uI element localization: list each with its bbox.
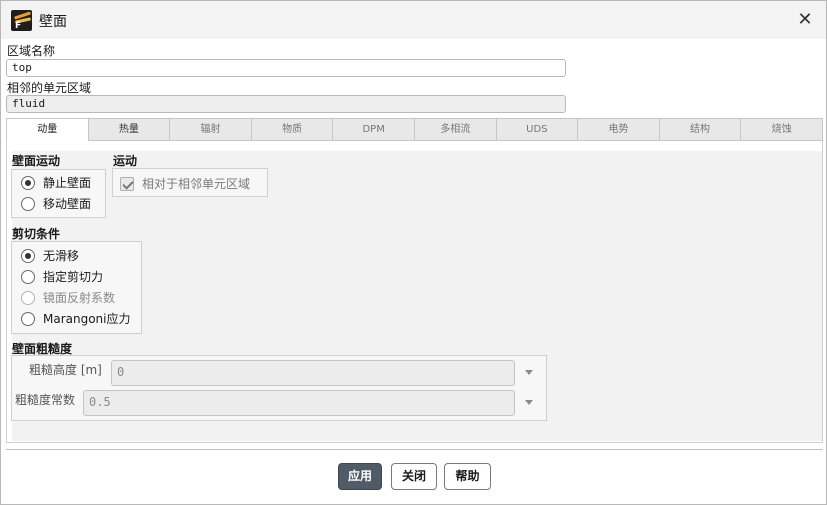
roughness-height-input[interactable]: 0	[111, 360, 515, 386]
apply-button[interactable]: 应用	[338, 463, 382, 490]
checkbox[interactable]	[120, 176, 134, 191]
dialog-title: 壁面	[39, 14, 67, 30]
close-icon[interactable]: ✕	[794, 9, 816, 31]
tab-species[interactable]: 物质	[251, 118, 334, 141]
relative-to-adjacent-checkbox[interactable]: 相对于相邻单元区域	[120, 175, 250, 192]
radio-button[interactable]	[21, 311, 35, 326]
radio-button[interactable]	[21, 269, 35, 284]
tab-bar: 动量 热量 辐射 物质 DPM 多相流 UDS 电势 结构 烧蚀	[6, 118, 823, 142]
roughness-constant-input[interactable]: 0.5	[83, 390, 515, 416]
radio-button[interactable]	[21, 196, 35, 211]
wall-dialog: F 壁面 ✕ 区域名称 top 相邻的单元区域 fluid 动量 热量 辐射 物…	[0, 0, 827, 505]
fluent-app-icon: F	[11, 10, 32, 31]
chevron-down-icon[interactable]	[525, 400, 533, 405]
no-slip-option[interactable]: 无滑移	[21, 247, 79, 264]
zone-name-label: 区域名称	[7, 44, 56, 58]
tab-multiphase[interactable]: 多相流	[414, 118, 497, 141]
tab-dpm[interactable]: DPM	[333, 118, 415, 141]
chevron-down-icon[interactable]	[525, 370, 533, 375]
shear-condition-title: 剪切条件	[12, 227, 61, 241]
tab-thermal[interactable]: 热量	[88, 118, 171, 141]
wall-motion-title: 壁面运动	[12, 154, 61, 168]
tab-radiation[interactable]: 辐射	[170, 118, 252, 141]
specified-shear-option[interactable]: 指定剪切力	[21, 268, 103, 285]
adjacent-zone-label: 相邻的单元区域	[7, 81, 92, 95]
radio-button[interactable]	[21, 248, 35, 263]
roughness-height-label: 粗糙高度 [m]	[29, 363, 102, 377]
tab-structure[interactable]: 结构	[659, 118, 742, 141]
adjacent-zone-field: fluid	[6, 95, 566, 113]
title-bar: F 壁面 ✕	[1, 1, 826, 39]
tab-momentum[interactable]: 动量	[6, 118, 89, 142]
zone-name-input[interactable]: top	[6, 59, 566, 77]
help-button[interactable]: 帮助	[444, 463, 491, 490]
tab-uds[interactable]: UDS	[496, 118, 579, 141]
marangoni-stress-option[interactable]: Marangoni应力	[21, 310, 131, 327]
momentum-panel: 壁面运动 静止壁面 移动壁面 运动 相对于相邻单元区域 剪切条件 无滑移 指定剪…	[6, 141, 823, 443]
roughness-constant-label: 粗糙度常数	[15, 393, 76, 407]
specularity-coefficient-option: 镜面反射系数	[21, 289, 115, 306]
moving-wall-option[interactable]: 移动壁面	[21, 195, 91, 212]
radio-button[interactable]	[21, 175, 35, 190]
radio-button	[21, 290, 35, 305]
motion-title: 运动	[113, 154, 138, 168]
tab-ablation[interactable]: 烧蚀	[741, 118, 823, 141]
footer-divider	[6, 449, 823, 450]
stationary-wall-option[interactable]: 静止壁面	[21, 174, 91, 191]
close-button[interactable]: 关闭	[391, 463, 437, 490]
tab-potential[interactable]: 电势	[578, 118, 660, 141]
